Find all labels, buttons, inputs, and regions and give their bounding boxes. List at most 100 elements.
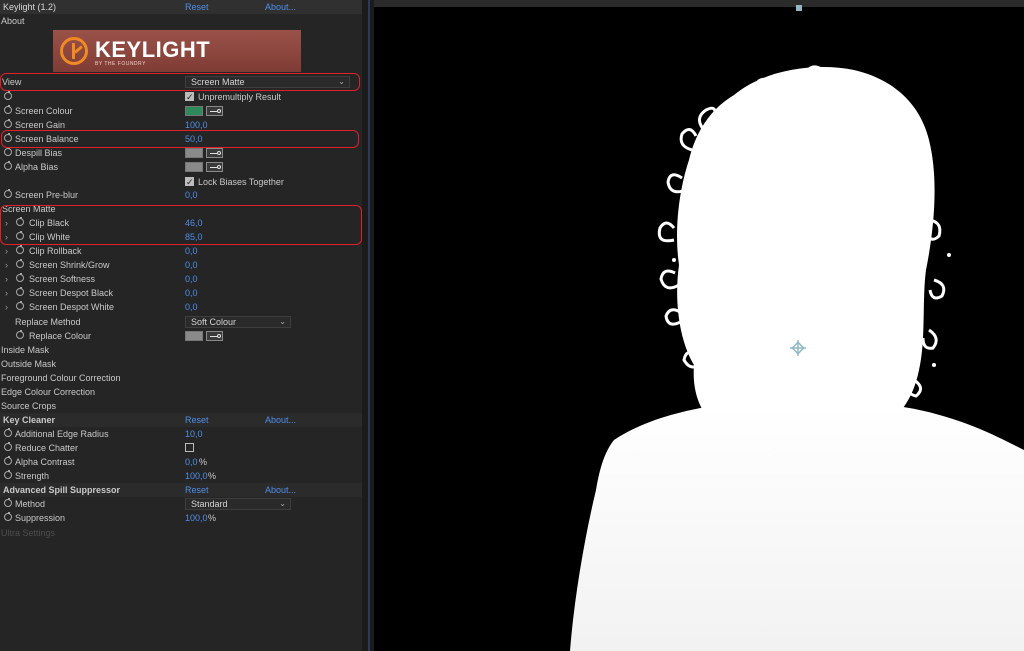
- stopwatch-icon[interactable]: [4, 91, 12, 100]
- alpha-bias-label: Alpha Bias: [15, 162, 59, 172]
- stopwatch-icon[interactable]: [4, 147, 12, 156]
- clip-rollback-label: Clip Rollback: [29, 246, 82, 256]
- screen-softness-value[interactable]: 0,0: [185, 272, 198, 286]
- screen-despot-black-row: › Screen Despot Black 0,0: [0, 286, 362, 300]
- strength-unit: %: [208, 471, 217, 481]
- screen-shrink-grow-value[interactable]: 0,0: [185, 258, 198, 272]
- chevron-right-icon[interactable]: ›: [5, 272, 8, 286]
- stopwatch-icon[interactable]: [4, 512, 12, 521]
- unpremultiply-checkbox[interactable]: [185, 90, 194, 104]
- method-row: Method Standard ⌄: [0, 497, 362, 511]
- group-edge-colour-correction[interactable]: Edge Colour Correction: [0, 385, 362, 399]
- effect-title: Keylight (1.2): [3, 2, 57, 12]
- screen-colour-label: Screen Colour: [15, 106, 73, 116]
- suppression-label: Suppression: [15, 513, 66, 523]
- replace-method-value: Soft Colour: [191, 317, 237, 327]
- stopwatch-icon[interactable]: [4, 428, 12, 437]
- stopwatch-icon[interactable]: [16, 259, 24, 268]
- keylight-logo-sub: BY THE FOUNDRY: [95, 61, 146, 67]
- reduce-chatter-checkbox[interactable]: [185, 443, 194, 452]
- composition-viewer[interactable]: [374, 0, 1024, 651]
- replace-colour-row: Replace Colour: [0, 329, 362, 343]
- edge-radius-label: Additional Edge Radius: [15, 429, 109, 439]
- key-cleaner-about-link[interactable]: About...: [265, 413, 296, 427]
- stopwatch-icon[interactable]: [4, 119, 12, 128]
- group-label: Source Crops: [1, 401, 57, 411]
- panel-divider[interactable]: [362, 0, 374, 651]
- eyedropper-icon[interactable]: [206, 148, 223, 158]
- stopwatch-icon[interactable]: [16, 287, 24, 296]
- lock-biases-checkbox[interactable]: [185, 175, 194, 189]
- effect-header[interactable]: Keylight (1.2) Reset About...: [0, 0, 362, 14]
- screen-preblur-value[interactable]: 0,0: [185, 188, 198, 202]
- lock-biases-label: Lock Biases Together: [198, 177, 284, 187]
- edge-radius-value[interactable]: 10,0: [185, 427, 203, 441]
- suppression-unit: %: [208, 513, 217, 523]
- group-label: Edge Colour Correction: [1, 387, 96, 397]
- key-cleaner-reset-link[interactable]: Reset: [185, 413, 209, 427]
- screen-shrink-grow-label: Screen Shrink/Grow: [29, 260, 110, 270]
- screen-preblur-row: Screen Pre-blur 0,0: [0, 188, 362, 202]
- replace-method-dropdown[interactable]: Soft Colour ⌄: [185, 316, 291, 328]
- stopwatch-icon[interactable]: [4, 470, 12, 479]
- group-outside-mask[interactable]: Outside Mask: [0, 357, 362, 371]
- chevron-right-icon[interactable]: ›: [5, 286, 8, 300]
- chevron-down-icon: ⌄: [279, 317, 286, 326]
- effect-reset-link[interactable]: Reset: [185, 0, 209, 14]
- unpremultiply-label: Unpremultiply Result: [198, 92, 282, 102]
- stopwatch-icon[interactable]: [4, 456, 12, 465]
- screen-despot-black-value[interactable]: 0,0: [185, 286, 198, 300]
- stopwatch-icon[interactable]: [16, 330, 24, 339]
- alpha-bias-swatch[interactable]: [185, 162, 203, 172]
- suppression-row: Suppression 100,0 %: [0, 511, 362, 525]
- lock-biases-row: Lock Biases Together: [0, 175, 362, 189]
- spill-suppressor-header[interactable]: Advanced Spill Suppressor Reset About...: [0, 483, 362, 497]
- replace-method-row: Replace Method Soft Colour ⌄: [0, 315, 362, 329]
- stopwatch-icon[interactable]: [4, 189, 12, 198]
- spill-reset-link[interactable]: Reset: [185, 483, 209, 497]
- stopwatch-icon[interactable]: [4, 105, 12, 114]
- alpha-contrast-unit: %: [199, 457, 208, 467]
- screen-colour-swatch[interactable]: [185, 106, 203, 116]
- stopwatch-icon[interactable]: [4, 161, 12, 170]
- ultra-settings-label: Ultra Settings: [1, 528, 56, 538]
- stopwatch-icon[interactable]: [4, 498, 12, 507]
- group-source-crops[interactable]: Source Crops: [0, 399, 362, 413]
- chevron-right-icon[interactable]: ›: [5, 300, 8, 314]
- strength-value[interactable]: 100,0: [185, 469, 208, 483]
- chevron-right-icon[interactable]: ›: [5, 244, 8, 258]
- ultra-settings-row[interactable]: Ultra Settings: [0, 526, 362, 540]
- screen-despot-white-value[interactable]: 0,0: [185, 300, 198, 314]
- eyedropper-icon[interactable]: [206, 162, 223, 172]
- group-inside-mask[interactable]: Inside Mask: [0, 343, 362, 357]
- clip-rollback-row: › Clip Rollback 0,0: [0, 244, 362, 258]
- eyedropper-icon[interactable]: [206, 106, 223, 116]
- method-dropdown[interactable]: Standard ⌄: [185, 498, 291, 510]
- eyedropper-icon[interactable]: [206, 331, 223, 341]
- key-cleaner-title: Key Cleaner: [3, 415, 56, 425]
- suppression-value[interactable]: 100,0: [185, 511, 208, 525]
- stopwatch-icon[interactable]: [16, 301, 24, 310]
- replace-colour-swatch[interactable]: [185, 331, 203, 341]
- replace-colour-label: Replace Colour: [29, 331, 92, 341]
- keylight-logo: KEYLIGHT BY THE FOUNDRY: [53, 30, 301, 72]
- keylight-logo-name: KEYLIGHT: [95, 37, 211, 62]
- effect-about-link[interactable]: About...: [265, 0, 296, 14]
- screen-preblur-label: Screen Pre-blur: [15, 190, 79, 200]
- spill-suppressor-title: Advanced Spill Suppressor: [3, 485, 121, 495]
- key-cleaner-header[interactable]: Key Cleaner Reset About...: [0, 413, 362, 427]
- stopwatch-icon[interactable]: [4, 442, 12, 451]
- stopwatch-icon[interactable]: [16, 245, 24, 254]
- chevron-right-icon[interactable]: ›: [5, 258, 8, 272]
- clip-rollback-value[interactable]: 0,0: [185, 244, 198, 258]
- strength-row: Strength 100,0 %: [0, 469, 362, 483]
- highlight-screen-balance: [1, 130, 359, 148]
- unpremultiply-row: Unpremultiply Result: [0, 90, 362, 104]
- stopwatch-icon[interactable]: [16, 273, 24, 282]
- spill-about-link[interactable]: About...: [265, 483, 296, 497]
- chevron-down-icon: ⌄: [279, 499, 286, 508]
- group-foreground-colour-correction[interactable]: Foreground Colour Correction: [0, 371, 362, 385]
- about-label: About: [1, 16, 25, 26]
- despill-bias-swatch[interactable]: [185, 148, 203, 158]
- alpha-contrast-value[interactable]: 0,0: [185, 455, 198, 469]
